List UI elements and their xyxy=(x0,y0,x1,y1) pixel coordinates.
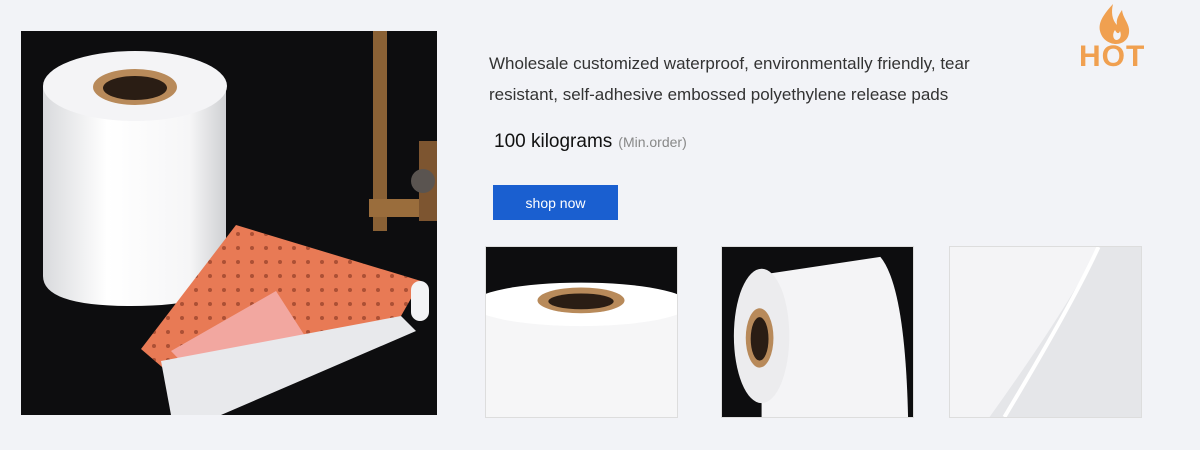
shop-now-button[interactable]: shop now xyxy=(493,185,618,220)
min-order: 100 kilograms (Min.order) xyxy=(494,131,687,153)
min-order-unit: (Min.order) xyxy=(618,134,687,150)
main-product-image xyxy=(21,31,437,415)
min-order-value: 100 kilograms xyxy=(494,131,613,152)
hot-text: HOT xyxy=(1079,40,1146,73)
product-title: Wholesale customized waterproof, environ… xyxy=(489,54,970,104)
thumbnail-roll-top[interactable] xyxy=(485,246,678,418)
thumbnail-fabric-detail[interactable] xyxy=(949,246,1142,418)
thumbnail-roll-side[interactable] xyxy=(721,246,914,418)
